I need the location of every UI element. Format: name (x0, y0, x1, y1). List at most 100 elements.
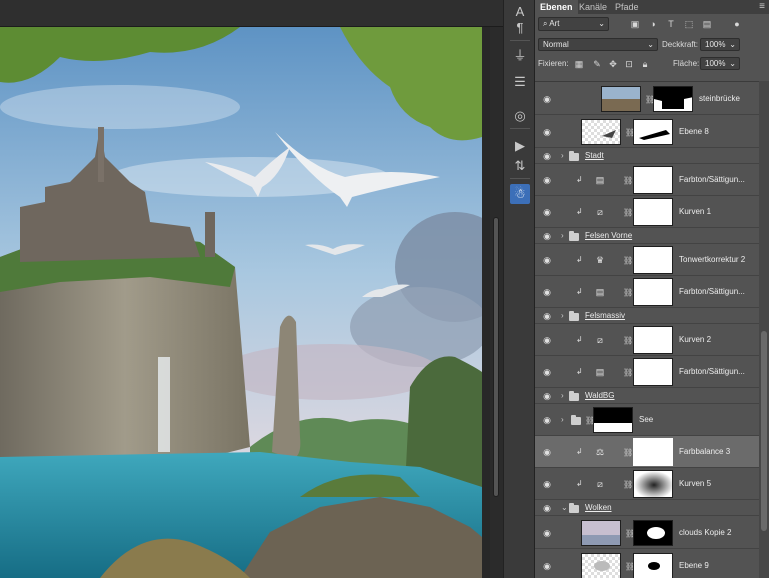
layer-thumbnail[interactable] (581, 520, 621, 546)
fill-input[interactable]: 100% ⌄ (700, 57, 740, 70)
tab-ebenen[interactable]: Ebenen (535, 0, 578, 14)
visibility-eye-icon[interactable]: ◉ (541, 479, 553, 489)
mask-link-icon[interactable]: ⛓ (623, 287, 633, 298)
type-filter-icon[interactable]: T (665, 18, 677, 30)
layer-row[interactable]: ◉ ↲ ⧄ ⛓ Kurven 1 (535, 196, 759, 228)
lock-all-icon[interactable]: 🔒︎ (639, 58, 651, 70)
document-canvas[interactable] (0, 27, 482, 578)
layer-row[interactable]: ◉ ↲ ⧄ ⛓ Kurven 5 (535, 468, 759, 500)
mask-link-icon[interactable]: ⛓ (623, 255, 633, 266)
layer-mask-thumbnail[interactable] (633, 470, 673, 498)
layer-row[interactable]: ◉ ⛓ Ebene 9 (535, 549, 759, 578)
chevron-right-icon[interactable]: › (561, 311, 567, 321)
layer-thumbnail[interactable] (601, 86, 641, 112)
layer-group-row[interactable]: ◉ ⌄ Wolken (535, 500, 759, 516)
curves-icon[interactable]: ⧄ (593, 334, 607, 346)
layer-row[interactable]: ◉ ↲ ♛ ⛓ Tonwertkorrektur 2 (535, 244, 759, 276)
visibility-eye-icon[interactable]: ◉ (541, 287, 553, 297)
chevron-right-icon[interactable]: › (561, 231, 567, 241)
visibility-eye-icon[interactable]: ◉ (541, 528, 553, 538)
visibility-eye-icon[interactable]: ◉ (541, 127, 553, 137)
layer-row[interactable]: ◉ ↲ ▤ ⛓ Farbton/Sättigun... (535, 164, 759, 196)
chevron-right-icon[interactable]: › (561, 151, 567, 161)
mask-link-icon[interactable]: ⛓ (623, 447, 633, 458)
opacity-input[interactable]: 100% ⌄ (700, 38, 740, 51)
layer-mask-thumbnail[interactable] (593, 407, 633, 433)
mask-link-icon[interactable]: ⛓ (625, 127, 635, 138)
figure-icon[interactable]: ☃ (510, 184, 530, 204)
mask-link-icon[interactable]: ⛓ (623, 175, 633, 186)
visibility-eye-icon[interactable]: ◉ (541, 415, 553, 425)
visibility-eye-icon[interactable]: ◉ (541, 175, 553, 185)
layer-group-row[interactable]: ◉ › Felsen Vorne (535, 228, 759, 244)
image-filter-icon[interactable]: ▣ (629, 18, 641, 30)
paragraph-icon[interactable]: ¶ (510, 18, 530, 38)
tab-kanaele[interactable]: Kanäle (579, 0, 607, 14)
layer-row[interactable]: ◉ ↲ ⧄ ⛓ Kurven 2 (535, 324, 759, 356)
lock-pixels-icon[interactable]: ✎ (591, 58, 603, 70)
layer-row[interactable]: ◉ › ⛓ See (535, 404, 759, 436)
layer-thumbnail[interactable] (581, 119, 621, 145)
curves-icon[interactable]: ⧄ (593, 478, 607, 490)
hue-sat-icon[interactable]: ▤ (593, 286, 607, 298)
layer-mask-thumbnail[interactable] (653, 86, 693, 112)
mask-link-icon[interactable]: ⛓ (625, 528, 635, 539)
layer-mask-thumbnail[interactable] (633, 553, 673, 578)
smart-object-filter-icon[interactable]: ▤ (701, 18, 713, 30)
lock-transparency-icon[interactable]: ▦ (573, 58, 585, 70)
visibility-eye-icon[interactable]: ◉ (541, 94, 553, 104)
hue-sat-icon[interactable]: ▤ (593, 366, 607, 378)
play-icon[interactable]: ▶ (510, 136, 530, 156)
levels-icon[interactable]: ♛ (593, 254, 607, 266)
layer-mask-thumbnail[interactable] (633, 166, 673, 194)
shape-filter-icon[interactable]: ⬚ (683, 18, 695, 30)
mask-link-icon[interactable]: ⛓ (623, 335, 633, 346)
document-scrollbar[interactable] (490, 27, 503, 578)
lock-position-icon[interactable]: ✥ (607, 58, 619, 70)
visibility-eye-icon[interactable]: ◉ (541, 367, 553, 377)
text-layout-icon[interactable]: ☰ (510, 72, 530, 92)
color-balance-icon[interactable]: ⚖ (593, 446, 607, 458)
layer-mask-thumbnail[interactable] (633, 246, 673, 274)
mask-link-icon[interactable]: ⛓ (623, 207, 633, 218)
curves-icon[interactable]: ⧄ (593, 206, 607, 218)
visibility-eye-icon[interactable]: ◉ (541, 391, 553, 401)
layer-row[interactable]: ◉ ↲ ▤ ⛓ Farbton/Sättigun... (535, 276, 759, 308)
chevron-down-icon[interactable]: ⌄ (561, 503, 568, 513)
layer-group-row[interactable]: ◉ › WaldBG (535, 388, 759, 404)
layer-list-scrollbar[interactable] (759, 81, 769, 578)
chevron-right-icon[interactable]: › (561, 391, 567, 401)
layer-filter-select[interactable]: ⌕ Art ⌄ (538, 17, 609, 31)
mask-link-icon[interactable]: ⛓ (623, 479, 633, 490)
mask-link-icon[interactable]: ⛓ (645, 94, 655, 105)
panel-menu-icon[interactable]: ≡ (759, 1, 765, 12)
visibility-eye-icon[interactable]: ◉ (541, 231, 553, 241)
mask-link-icon[interactable]: ⛓ (585, 415, 595, 426)
layer-group-row[interactable]: ◉ › Felsmassiv (535, 308, 759, 324)
visibility-eye-icon[interactable]: ◉ (541, 207, 553, 217)
visibility-eye-icon[interactable]: ◉ (541, 503, 553, 513)
visibility-eye-icon[interactable]: ◉ (541, 561, 553, 571)
layer-mask-thumbnail[interactable] (633, 326, 673, 354)
layer-mask-thumbnail[interactable] (633, 520, 673, 546)
layer-mask-thumbnail[interactable] (633, 358, 673, 386)
layer-row[interactable]: ◉ ↲ ▤ ⛓ Farbton/Sättigun... (535, 356, 759, 388)
layer-row[interactable]: ◉ ⛓ Ebene 8 (535, 115, 759, 148)
visibility-eye-icon[interactable]: ◉ (541, 335, 553, 345)
artboard-lock-icon[interactable]: ⊡ (623, 58, 635, 70)
visibility-eye-icon[interactable]: ◉ (541, 311, 553, 321)
adjustment-filter-icon[interactable]: ◑ (647, 18, 659, 30)
swirl-icon[interactable]: ◎ (510, 106, 530, 126)
layer-row[interactable]: ◉ ⛓ steinbrücke (535, 82, 759, 115)
visibility-eye-icon[interactable]: ◉ (541, 151, 553, 161)
layer-mask-thumbnail[interactable] (633, 198, 673, 226)
tab-pfade[interactable]: Pfade (615, 0, 639, 14)
blend-mode-select[interactable]: Normal ⌄ (538, 38, 658, 51)
layer-mask-thumbnail[interactable] (633, 438, 673, 466)
layer-row[interactable]: ◉ ⛓ clouds Kopie 2 (535, 516, 759, 549)
mask-link-icon[interactable]: ⛓ (625, 561, 635, 572)
visibility-eye-icon[interactable]: ◉ (541, 255, 553, 265)
hue-sat-icon[interactable]: ▤ (593, 174, 607, 186)
visibility-eye-icon[interactable]: ◉ (541, 447, 553, 457)
layer-thumbnail[interactable] (581, 553, 621, 578)
